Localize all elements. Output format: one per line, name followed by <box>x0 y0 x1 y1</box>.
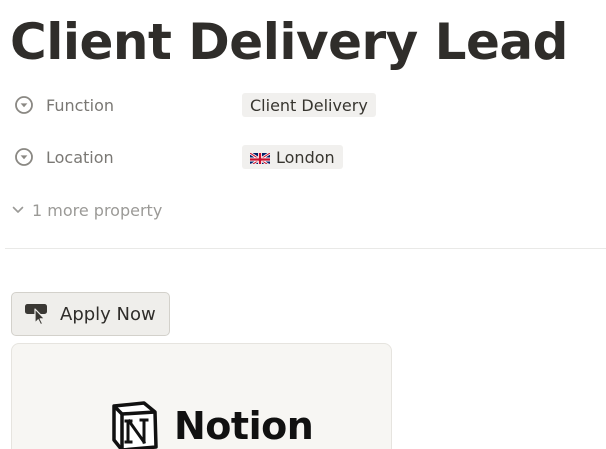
property-key-location[interactable]: Location <box>8 140 234 174</box>
tag-label: Client Delivery <box>250 95 368 115</box>
notion-logo: Notion <box>110 400 314 449</box>
page-title[interactable]: Client Delivery Lead <box>10 10 568 74</box>
notion-embed-card[interactable]: Notion <box>11 343 392 449</box>
property-row-location: Location London <box>8 139 598 175</box>
property-key-function[interactable]: Function <box>8 88 234 122</box>
select-chevron-circle-icon <box>14 147 34 167</box>
select-chevron-circle-icon <box>14 95 34 115</box>
more-properties-label: 1 more property <box>32 200 163 220</box>
property-key-label: Location <box>46 147 114 167</box>
hand-pointer-icon <box>24 302 50 326</box>
chevron-down-icon <box>10 202 26 218</box>
notion-logo-icon <box>110 400 160 449</box>
select-tag: Client Delivery <box>242 93 376 117</box>
notion-wordmark: Notion <box>174 404 314 448</box>
select-tag: London <box>242 145 343 169</box>
property-key-label: Function <box>46 95 115 115</box>
tag-label: London <box>276 147 335 167</box>
property-row-function: Function Client Delivery <box>8 87 598 123</box>
property-value-function[interactable]: Client Delivery <box>234 88 376 122</box>
property-value-location[interactable]: London <box>234 140 343 174</box>
notion-page: Client Delivery Lead Function Client Del… <box>0 0 606 449</box>
more-properties-toggle[interactable]: 1 more property <box>10 196 162 224</box>
apply-now-label: Apply Now <box>60 303 156 325</box>
uk-flag-icon <box>250 151 270 164</box>
apply-now-button[interactable]: Apply Now <box>11 292 170 336</box>
divider <box>5 248 606 249</box>
